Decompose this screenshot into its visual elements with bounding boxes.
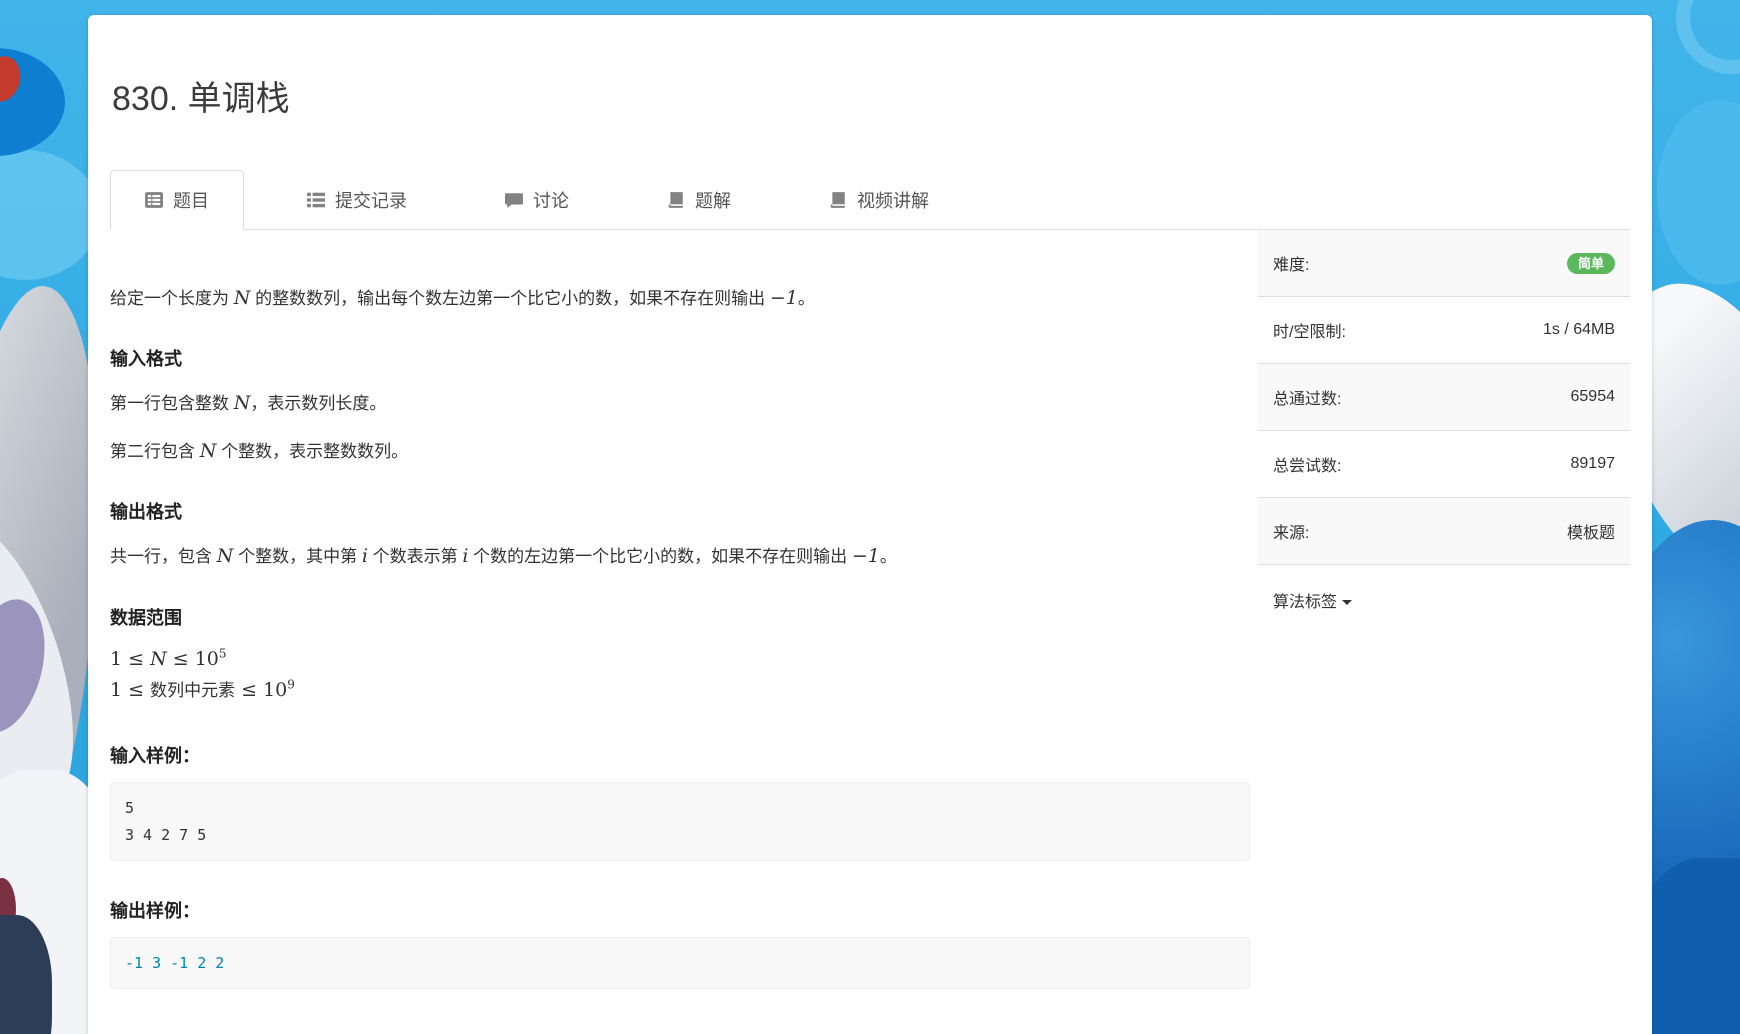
meta-row-accepted: 总通过数: 65954 [1258, 364, 1630, 431]
tab-bar: 题目 提交记录 讨论 题解 视频讲解 [110, 170, 1630, 230]
input-format-heading: 输入格式 [110, 345, 1250, 371]
accepted-value: 65954 [1571, 388, 1616, 406]
input-sample-code[interactable]: 5 3 4 2 7 5 [110, 782, 1250, 861]
light-blue-shape [1657, 100, 1740, 285]
source-label: 来源: [1273, 519, 1309, 543]
tab-problem-label: 题目 [173, 187, 209, 213]
limits-value: 1s / 64MB [1543, 321, 1615, 339]
tab-submissions-label: 提交记录 [335, 187, 407, 213]
input-sample-heading: 输入样例： [110, 742, 1250, 768]
limits-label: 时/空限制: [1273, 318, 1346, 342]
book-icon [667, 191, 685, 209]
chevron-down-icon [1342, 600, 1352, 605]
comment-icon [505, 191, 523, 209]
accepted-label: 总通过数: [1273, 385, 1341, 409]
tab-submissions[interactable]: 提交记录 [272, 170, 442, 229]
output-sample-code[interactable]: -1 3 -1 2 2 [110, 937, 1250, 989]
meta-row-limits: 时/空限制: 1s / 64MB [1258, 297, 1630, 364]
blue-ring-shape [1676, 0, 1740, 74]
tab-discussion-label: 讨论 [533, 187, 569, 213]
output-sample-heading: 输出样例： [110, 897, 1250, 923]
list-alt-icon [145, 191, 163, 209]
output-format-line1: 共一行，包含 N 个整数，其中第 i 个数表示第 i 个数的左边第一个比它小的数… [110, 542, 1250, 571]
list-icon [307, 191, 325, 209]
attempts-value: 89197 [1571, 455, 1616, 473]
meta-row-source: 来源: 模板题 [1258, 498, 1630, 565]
algorithm-tags-dropdown[interactable]: 算法标签 [1258, 565, 1630, 635]
problem-card: 830. 单调栈 题目 提交记录 讨论 题解 [88, 15, 1652, 1034]
book-icon [829, 191, 847, 209]
input-format-line1: 第一行包含整数 N，表示数列长度。 [110, 389, 1250, 418]
problem-meta-sidebar: 难度: 简单 时/空限制: 1s / 64MB 总通过数: 65954 总尝试数… [1258, 230, 1630, 635]
algorithm-tags-label: 算法标签 [1273, 594, 1337, 611]
meta-row-difficulty: 难度: 简单 [1258, 230, 1630, 297]
tab-solutions[interactable]: 题解 [632, 170, 766, 229]
data-range-line2: 1 ≤ 数列中元素 ≤ 109 [110, 675, 1250, 706]
problem-intro: 给定一个长度为 N 的整数数列，输出每个数左边第一个比它小的数，如果不存在则输出… [110, 284, 1250, 313]
difficulty-badge: 简单 [1567, 253, 1615, 274]
data-range-line1: 1 ≤ N ≤ 105 [110, 644, 1250, 675]
page-title: 830. 单调栈 [112, 71, 1630, 120]
tab-video[interactable]: 视频讲解 [794, 170, 964, 229]
data-range-heading: 数据范围 [110, 604, 1250, 630]
difficulty-label: 难度: [1273, 251, 1309, 275]
tab-discussion[interactable]: 讨论 [470, 170, 604, 229]
tab-solutions-label: 题解 [695, 187, 731, 213]
problem-statement: 给定一个长度为 N 的整数数列，输出每个数左边第一个比它小的数，如果不存在则输出… [110, 230, 1250, 989]
cloud-shape [0, 150, 100, 280]
source-value: 模板题 [1567, 519, 1615, 543]
attempts-label: 总尝试数: [1273, 452, 1341, 476]
input-format-line2: 第二行包含 N 个整数，表示整数数列。 [110, 437, 1250, 466]
meta-row-attempts: 总尝试数: 89197 [1258, 431, 1630, 498]
output-format-heading: 输出格式 [110, 498, 1250, 524]
tab-video-label: 视频讲解 [857, 187, 929, 213]
tab-problem[interactable]: 题目 [110, 170, 244, 230]
